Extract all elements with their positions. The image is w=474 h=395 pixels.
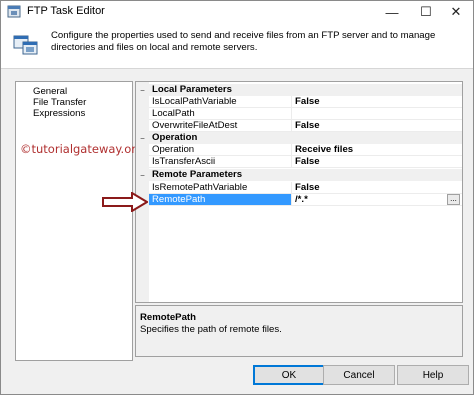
property-value[interactable] xyxy=(292,108,462,120)
watermark-text: ©tutorialgateway.org xyxy=(20,142,144,156)
category-label: Remote Parameters xyxy=(152,169,243,180)
category-remote-parameters[interactable]: − Remote Parameters xyxy=(136,169,462,181)
collapse-icon[interactable]: − xyxy=(138,134,147,143)
property-description-pane: RemotePath Specifies the path of remote … xyxy=(135,305,463,357)
close-button[interactable]: ✕ xyxy=(439,1,473,23)
annotation-arrow xyxy=(102,192,148,212)
page-navigation-list: General File Transfer Expressions ©tutor… xyxy=(15,81,143,361)
property-name: IsLocalPathVariable xyxy=(149,96,292,108)
ftp-task-header-icon xyxy=(13,34,39,56)
minimize-button[interactable]: — xyxy=(375,1,409,23)
property-row-islocalpathvariable[interactable]: IsLocalPathVariable False xyxy=(136,96,462,108)
category-label: Local Parameters xyxy=(152,84,232,95)
property-row-remotepath[interactable]: RemotePath /*.* ... xyxy=(136,194,462,206)
property-value[interactable]: False xyxy=(292,156,462,168)
nav-item-file-transfer[interactable]: File Transfer xyxy=(31,97,89,108)
property-row-isremotepathvariable[interactable]: IsRemotePathVariable False xyxy=(136,182,462,194)
ok-button[interactable]: OK xyxy=(253,365,325,385)
property-row-localpath[interactable]: LocalPath xyxy=(136,108,462,120)
property-name: OverwriteFileAtDest xyxy=(149,120,292,132)
nav-item-expressions[interactable]: Expressions xyxy=(31,108,87,119)
window-title: FTP Task Editor xyxy=(27,5,105,17)
help-button[interactable]: Help xyxy=(397,365,469,385)
category-local-parameters[interactable]: − Local Parameters xyxy=(136,84,462,96)
property-name: IsRemotePathVariable xyxy=(149,182,292,194)
property-value[interactable]: False xyxy=(292,120,462,132)
property-name: LocalPath xyxy=(149,108,292,120)
ftp-task-editor-window: FTP Task Editor — ☐ ✕ Configure the prop… xyxy=(0,0,474,395)
property-value[interactable]: False xyxy=(292,96,462,108)
nav-item-general[interactable]: General xyxy=(31,86,69,97)
cancel-button[interactable]: Cancel xyxy=(323,365,395,385)
property-value[interactable]: False xyxy=(292,182,462,194)
close-icon: ✕ xyxy=(450,4,462,19)
collapse-icon[interactable]: − xyxy=(138,171,147,180)
property-name: Operation xyxy=(149,144,292,156)
maximize-button[interactable]: ☐ xyxy=(409,1,443,23)
description-title: RemotePath xyxy=(140,312,196,323)
property-name: IsTransferAscii xyxy=(149,156,292,168)
property-grid: − Local Parameters IsLocalPathVariable F… xyxy=(135,81,463,303)
title-bar: FTP Task Editor — ☐ ✕ xyxy=(1,1,473,23)
category-label: Operation xyxy=(152,132,198,143)
property-name: RemotePath xyxy=(149,194,292,206)
minimize-icon: — xyxy=(385,4,399,20)
property-row-operation[interactable]: Operation Receive files xyxy=(136,144,462,156)
property-value[interactable]: /*.* ... xyxy=(292,194,462,206)
header-panel: Configure the properties used to send an… xyxy=(1,23,473,69)
property-row-overwritefileatdest[interactable]: OverwriteFileAtDest False xyxy=(136,120,462,132)
property-row-istransferascii[interactable]: IsTransferAscii False xyxy=(136,156,462,168)
collapse-icon[interactable]: − xyxy=(138,86,147,95)
description-text: Specifies the path of remote files. xyxy=(140,324,282,335)
category-operation[interactable]: − Operation xyxy=(136,132,462,144)
remotepath-value[interactable]: /*.* xyxy=(295,194,308,205)
property-value[interactable]: Receive files xyxy=(292,144,462,156)
browse-ellipsis-button[interactable]: ... xyxy=(447,194,460,205)
header-description: Configure the properties used to send an… xyxy=(51,30,436,53)
ftp-task-icon xyxy=(7,5,21,18)
maximize-icon: ☐ xyxy=(420,4,432,19)
